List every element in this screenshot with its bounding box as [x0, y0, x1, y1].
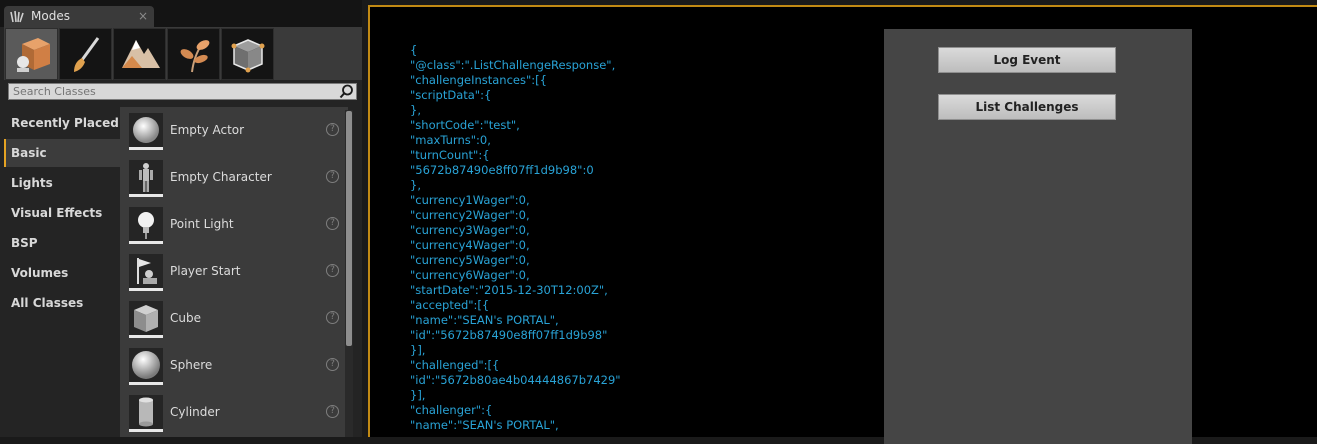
search-input[interactable]: [9, 84, 333, 99]
item-label: Cube: [170, 311, 201, 325]
help-icon[interactable]: ?: [326, 217, 339, 230]
json-line: "@class":".ListChallengeResponse",: [410, 58, 616, 72]
json-line: "currency2Wager":0,: [410, 208, 530, 222]
help-icon[interactable]: ?: [326, 170, 339, 183]
item-list-scrollbar-thumb[interactable]: [346, 111, 352, 346]
item-label: Empty Character: [170, 170, 272, 184]
landscape-mode-button[interactable]: [113, 28, 166, 80]
list-item-cube[interactable]: Cube ?: [120, 298, 348, 343]
geometry-mode-button[interactable]: [221, 28, 274, 80]
json-line: "id":"5672b87490e8ff07ff1d9b98": [410, 328, 608, 342]
item-label: Cylinder: [170, 405, 220, 419]
help-icon[interactable]: ?: [326, 311, 339, 324]
paint-mode-icon: [73, 37, 99, 72]
json-line: "currency1Wager":0,: [410, 193, 530, 207]
tab-strip: Modes ×: [0, 0, 362, 27]
json-line: "5672b87490e8ff07ff1d9b98":0: [410, 163, 594, 177]
json-line: },: [410, 103, 421, 117]
item-label: Point Light: [170, 217, 234, 231]
json-line: "currency4Wager":0,: [410, 238, 530, 252]
json-line: }],: [410, 388, 426, 402]
list-item-player-start[interactable]: Player Start ?: [120, 251, 348, 296]
category-list: Recently Placed Basic Lights Visual Effe…: [4, 107, 120, 437]
help-icon[interactable]: ?: [326, 123, 339, 136]
item-label: Empty Actor: [170, 123, 245, 137]
foliage-mode-button[interactable]: [167, 28, 220, 80]
list-item-point-light[interactable]: Point Light ?: [120, 204, 348, 249]
list-item-cylinder[interactable]: Cylinder ?: [120, 392, 348, 437]
item-label: Sphere: [170, 358, 213, 372]
json-line: "startDate":"2015-12-30T12:00Z",: [410, 283, 608, 297]
cylinder-icon: [129, 395, 163, 432]
ui-button-panel: Log Event List Challenges: [884, 29, 1192, 444]
item-label: Player Start: [170, 264, 241, 278]
close-icon[interactable]: ×: [138, 6, 148, 27]
json-line: "currency6Wager":0,: [410, 268, 530, 282]
category-bsp[interactable]: BSP: [4, 229, 120, 257]
list-item-sphere[interactable]: Sphere ?: [120, 345, 348, 390]
category-recently-placed[interactable]: Recently Placed: [4, 109, 120, 137]
list-challenges-button[interactable]: List Challenges: [938, 94, 1116, 120]
sphere-icon: [129, 348, 163, 385]
place-mode-button[interactable]: [5, 28, 58, 80]
player-start-icon: [129, 254, 163, 291]
json-line: "challenger":{: [410, 403, 493, 417]
json-line: }],: [410, 343, 426, 357]
json-line: "turnCount":{: [410, 148, 490, 162]
place-mode-icon: [16, 38, 50, 72]
category-all-classes[interactable]: All Classes: [4, 289, 120, 317]
log-event-button[interactable]: Log Event: [938, 47, 1116, 73]
empty-actor-icon: [129, 113, 163, 150]
search-classes-field[interactable]: [8, 83, 357, 100]
json-line: },: [410, 178, 421, 192]
json-line: "scriptData":{: [410, 88, 492, 102]
list-item-empty-character[interactable]: Empty Character ?: [120, 157, 348, 202]
landscape-mode-icon: [121, 40, 160, 68]
geometry-mode-icon: [231, 39, 264, 73]
json-line: "maxTurns":0,: [410, 133, 491, 147]
modes-tab-icon: [10, 10, 24, 23]
category-visual-effects[interactable]: Visual Effects: [4, 199, 120, 227]
foliage-mode-icon: [180, 40, 209, 73]
help-icon[interactable]: ?: [326, 405, 339, 418]
category-lights[interactable]: Lights: [4, 169, 120, 197]
list-item-empty-actor[interactable]: Empty Actor ?: [120, 110, 348, 155]
json-line: "challengeInstances":[{: [410, 73, 547, 87]
modes-tab[interactable]: Modes ×: [4, 6, 154, 27]
json-line: "challenged":[{: [410, 358, 500, 372]
paint-mode-button[interactable]: [59, 28, 112, 80]
placeable-item-list: Empty Actor ? Empty Character ? Point Li…: [120, 107, 348, 437]
json-line: "shortCode":"test",: [410, 118, 520, 132]
help-icon[interactable]: ?: [326, 358, 339, 371]
help-icon[interactable]: ?: [326, 264, 339, 277]
search-icon[interactable]: [339, 84, 354, 99]
modes-tab-title: Modes: [31, 9, 70, 23]
json-response-text: {"@class":".ListChallengeResponse", "chal…: [410, 43, 621, 433]
json-line: "accepted":[{: [410, 298, 490, 312]
game-viewport[interactable]: {"@class":".ListChallengeResponse", "chal…: [368, 5, 1317, 444]
cube-icon: [129, 301, 163, 338]
mode-toolbar: [4, 27, 362, 80]
json-line: "currency3Wager":0,: [410, 223, 530, 237]
json-line: "id":"5672b80ae4b04444867b7429": [410, 373, 621, 387]
point-light-icon: [129, 207, 163, 244]
category-volumes[interactable]: Volumes: [4, 259, 120, 287]
modes-panel: Modes × Search Classes Recently Placed B…: [0, 0, 362, 437]
json-line: {: [410, 43, 418, 57]
json-line: "name":"SEAN's PORTAL",: [410, 313, 559, 327]
category-basic[interactable]: Basic: [4, 139, 120, 167]
empty-character-icon: [129, 160, 163, 197]
json-line: "currency5Wager":0,: [410, 253, 530, 267]
json-line: "name":"SEAN's PORTAL",: [410, 418, 559, 432]
